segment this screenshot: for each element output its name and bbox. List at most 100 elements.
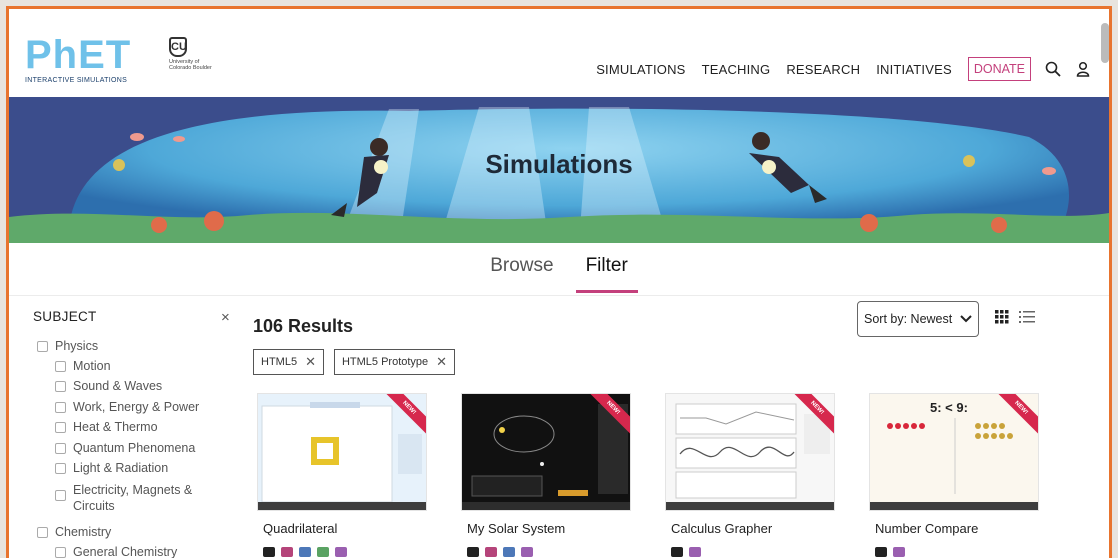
active-filter-chips: HTML5 ✕ HTML5 Prototype ✕: [253, 349, 465, 375]
sim-thumbnail[interactable]: 5: < 9: NEW!: [869, 393, 1039, 511]
filter-general-chemistry[interactable]: General Chemistry: [55, 545, 177, 558]
checkbox[interactable]: [55, 361, 66, 372]
sim-thumbnail[interactable]: NEW!: [257, 393, 427, 511]
tabs-divider: [9, 295, 1109, 296]
filter-label: Physics: [55, 339, 99, 353]
interactive-description-icon: [521, 547, 533, 557]
filter-label: Light & Radiation: [73, 461, 169, 475]
cu-boulder-logo[interactable]: CU University of Colorado Boulder: [169, 37, 219, 87]
checkbox[interactable]: [55, 463, 66, 474]
filter-label: Motion: [73, 359, 111, 373]
quadrilateral-preview: [258, 394, 426, 510]
sim-card-quadrilateral[interactable]: NEW! Quadrilateral: [257, 393, 427, 558]
filter-label: Quantum Phenomena: [73, 441, 196, 455]
sim-feature-icons: [263, 547, 353, 557]
nav-initiatives[interactable]: INITIATIVES: [876, 62, 952, 77]
subject-close-icon[interactable]: ×: [221, 309, 230, 326]
filter-label: Work, Energy & Power: [73, 400, 200, 414]
filter-quantum-phenomena[interactable]: Quantum Phenomena: [55, 441, 195, 455]
user-icon[interactable]: [1075, 61, 1091, 77]
html5-icon: [875, 547, 887, 557]
tab-browse[interactable]: Browse: [480, 249, 563, 293]
browser-frame: PhET INTERACTIVE SIMULATIONS CU Universi…: [6, 6, 1112, 558]
checkbox[interactable]: [55, 547, 66, 558]
list-view-icon[interactable]: [1019, 310, 1035, 324]
remove-chip-icon[interactable]: ✕: [436, 354, 447, 370]
chip-label: HTML5 Prototype: [341, 356, 429, 368]
filter-heat-thermo[interactable]: Heat & Thermo: [55, 420, 158, 434]
filter-light-radiation[interactable]: Light & Radiation: [55, 461, 168, 475]
phet-logo[interactable]: PhET INTERACTIVE SIMULATIONS: [25, 35, 157, 87]
checkbox[interactable]: [55, 422, 66, 433]
search-icon[interactable]: [1045, 61, 1061, 77]
checkbox[interactable]: [55, 402, 66, 413]
grid-view-icon[interactable]: [995, 310, 1009, 324]
filter-electricity-magnets-circuits[interactable]: Electricity, Magnets & Circuits: [55, 482, 192, 514]
html5-icon: [467, 547, 479, 557]
checkbox[interactable]: [55, 381, 66, 392]
page-scrollbar[interactable]: [1101, 23, 1109, 63]
donate-button[interactable]: DONATE: [967, 57, 1031, 81]
interactive-description-icon: [689, 547, 701, 557]
sim-thumbnail[interactable]: NEW!: [665, 393, 835, 511]
page-title: Simulations: [485, 149, 633, 179]
checkbox[interactable]: [37, 341, 48, 352]
simulations-banner: Simulations: [9, 97, 1109, 243]
checkbox[interactable]: [55, 443, 66, 454]
tab-filter[interactable]: Filter: [575, 249, 638, 293]
filter-chip-html5[interactable]: HTML5 ✕: [253, 349, 324, 375]
teacher-tips-icon: [281, 547, 293, 557]
nav-teaching[interactable]: TEACHING: [702, 62, 771, 77]
chevron-down-icon: [960, 315, 972, 323]
subject-heading: SUBJECT: [33, 309, 97, 324]
interactive-description-icon: [335, 547, 347, 557]
sim-title[interactable]: Calculus Grapher: [671, 521, 772, 536]
phet-logo-text: PhET: [25, 33, 132, 77]
sort-value: Sort by: Newest: [864, 312, 953, 326]
cu-mark-icon: CU: [169, 37, 187, 57]
filter-chip-html5-prototype[interactable]: HTML5 Prototype ✕: [333, 349, 456, 375]
svg-text:5: < 9:: 5: < 9:: [930, 400, 968, 415]
checkbox[interactable]: [37, 527, 48, 538]
view-tabs: Browse Filter: [9, 249, 1109, 293]
nav-simulations[interactable]: SIMULATIONS: [596, 62, 685, 77]
nav-research[interactable]: RESEARCH: [786, 62, 860, 77]
chip-label: HTML5: [261, 356, 298, 368]
filter-label: Sound & Waves: [73, 379, 163, 393]
sim-title[interactable]: Quadrilateral: [263, 521, 337, 536]
sim-feature-icons: [467, 547, 539, 557]
number-compare-preview: 5: < 9:: [870, 394, 1038, 510]
cu-boulder-text: University of Colorado Boulder: [169, 59, 212, 71]
filter-sound-waves[interactable]: Sound & Waves: [55, 379, 162, 393]
filter-chemistry[interactable]: Chemistry: [37, 525, 111, 539]
interactive-description-icon: [893, 547, 905, 557]
sort-select[interactable]: Sort by: Newest: [857, 301, 979, 337]
results-count: 106 Results: [253, 316, 354, 336]
filter-physics[interactable]: Physics: [37, 339, 98, 353]
filter-label: General Chemistry: [73, 545, 178, 558]
sim-feature-icons: [671, 547, 707, 557]
sim-card-number-compare[interactable]: 5: < 9: NEW! Number Compare: [869, 393, 1039, 558]
remove-chip-icon[interactable]: ✕: [305, 354, 316, 370]
calculus-grapher-preview: [666, 394, 834, 510]
filter-label-line2: Circuits: [73, 499, 115, 513]
accessibility-icon: [503, 547, 515, 557]
filter-label: Chemistry: [55, 525, 112, 539]
sound-icon: [317, 547, 329, 557]
teacher-tips-icon: [485, 547, 497, 557]
sim-thumbnail[interactable]: NEW!: [461, 393, 631, 511]
accessibility-icon: [299, 547, 311, 557]
filter-motion[interactable]: Motion: [55, 359, 111, 373]
main-nav: SIMULATIONS TEACHING RESEARCH INITIATIVE…: [580, 57, 1091, 81]
site-header: PhET INTERACTIVE SIMULATIONS CU Universi…: [9, 9, 1109, 97]
sim-title[interactable]: Number Compare: [875, 521, 978, 536]
filter-work-energy-power[interactable]: Work, Energy & Power: [55, 400, 199, 414]
sim-title[interactable]: My Solar System: [467, 521, 565, 536]
sim-card-calculus-grapher[interactable]: NEW! Calculus Grapher: [665, 393, 835, 558]
sim-feature-icons: [875, 547, 911, 557]
phet-logo-subtitle: INTERACTIVE SIMULATIONS: [25, 77, 128, 84]
sim-card-my-solar-system[interactable]: NEW! My Solar System: [461, 393, 631, 558]
html5-icon: [263, 547, 275, 557]
checkbox[interactable]: [55, 490, 66, 501]
solar-system-preview: [462, 394, 630, 510]
